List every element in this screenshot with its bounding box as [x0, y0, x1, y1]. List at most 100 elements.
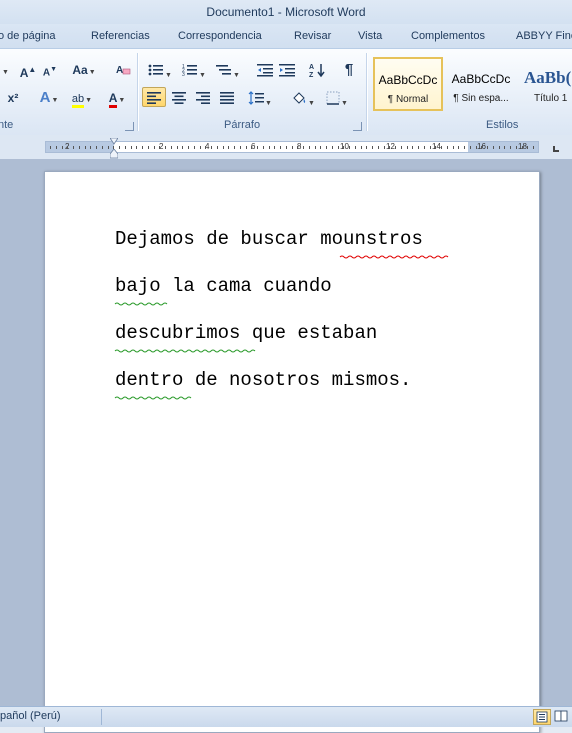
style-normal[interactable]: AaBbCcDc ¶ Normal	[373, 57, 443, 111]
ruler-tick	[349, 146, 350, 149]
change-case-button[interactable]: Aa▼	[70, 59, 98, 79]
ruler-tick	[504, 146, 505, 149]
ruler-tick	[90, 146, 91, 149]
grow-font-button[interactable]: A▲	[18, 59, 38, 80]
borders-button[interactable]: ▼	[322, 87, 352, 107]
style-sin-espaciado[interactable]: AaBbCcDc ¶ Sin espa...	[446, 57, 516, 111]
document-text-line[interactable]: Dejamos de buscar mounstros	[115, 228, 423, 250]
paragraph-dialog-launcher[interactable]	[353, 122, 362, 131]
multilevel-list-button[interactable]: ▼	[214, 59, 242, 79]
document-workspace: Dejamos de buscar mounstros bajo la cama…	[0, 159, 572, 733]
line-spacing-icon	[248, 91, 265, 105]
font-color-icon: A	[108, 92, 118, 108]
ruler-tick	[430, 146, 431, 149]
ruler-tick	[527, 146, 528, 149]
clear-formatting-button[interactable]: A	[112, 59, 134, 79]
align-left-button[interactable]	[142, 87, 166, 107]
ruler-tick	[269, 146, 270, 149]
tab-selector[interactable]	[553, 146, 559, 152]
sort-button[interactable]: AZ	[306, 59, 328, 79]
document-text-line[interactable]: descubrimos que estaban	[115, 322, 377, 344]
ruler-tick	[211, 146, 212, 149]
shrink-font-button[interactable]: A▼	[40, 59, 60, 79]
ruler-tick	[389, 146, 390, 149]
justify-icon	[220, 92, 234, 104]
bullets-button[interactable]: ▼	[146, 59, 174, 79]
tab-revisar[interactable]: Revisar	[294, 24, 331, 48]
ruler-tick	[407, 146, 408, 149]
hanging-indent-marker[interactable]	[109, 148, 119, 159]
ruler-tick	[56, 146, 57, 149]
align-center-button[interactable]	[168, 87, 190, 107]
svg-text:Z: Z	[309, 72, 314, 78]
status-bar: pañol (Perú)	[0, 706, 572, 727]
font-size-dropdown[interactable]: ▼	[0, 59, 14, 79]
print-layout-view-button[interactable]	[533, 709, 551, 725]
window-title: Documento1 - Microsoft Word	[206, 5, 366, 19]
font-dialog-launcher[interactable]	[125, 122, 134, 131]
tab-diseno-pagina[interactable]: o de página	[0, 24, 56, 48]
ribbon: ▼ A▲ A▼ Aa▼ A x² A▼ ab▼ A▼ nte ▼ 123▼ ▼ …	[0, 48, 572, 136]
line-spacing-button[interactable]: ▼	[246, 87, 274, 107]
ruler-tick	[384, 146, 385, 149]
ruler-tick	[205, 146, 206, 149]
ruler-tick	[67, 146, 68, 149]
tab-complementos[interactable]: Complementos	[411, 24, 485, 48]
decrease-indent-button[interactable]	[254, 59, 276, 79]
tab-correspondencia[interactable]: Correspondencia	[178, 24, 262, 48]
ruler-tick	[315, 146, 316, 149]
style-titulo-1[interactable]: AaBb( Título 1	[518, 57, 572, 111]
increase-indent-button[interactable]	[276, 59, 298, 79]
full-screen-reading-button[interactable]	[553, 709, 571, 725]
ruler-number: 12	[386, 142, 395, 151]
ruler-tick	[142, 146, 143, 149]
ruler-tick	[309, 146, 310, 149]
sort-icon: AZ	[309, 64, 325, 79]
ruler-tick	[154, 146, 155, 149]
document-text-line[interactable]: dentro de nosotros mismos.	[115, 369, 411, 391]
proofing-squiggles	[114, 255, 449, 400]
ruler-tick	[372, 146, 373, 149]
status-divider	[101, 709, 102, 725]
spelling-error-underline	[339, 255, 449, 259]
text-effects-icon: A	[39, 89, 51, 106]
tab-abbyy[interactable]: ABBYY Fine	[516, 24, 572, 48]
ruler-tick	[361, 146, 362, 149]
ruler-tick	[177, 146, 178, 149]
borders-icon	[326, 91, 340, 105]
ruler-tick	[378, 146, 379, 149]
ruler-tick	[165, 146, 166, 149]
grammar-error-underline	[114, 349, 256, 353]
shading-button[interactable]: ▼	[288, 87, 318, 107]
ruler-tick	[85, 146, 86, 149]
svg-text:3: 3	[182, 72, 185, 77]
clear-formatting-icon: A	[116, 65, 131, 76]
align-right-button[interactable]	[192, 87, 214, 107]
ruler-tick	[125, 146, 126, 149]
numbering-button[interactable]: 1 2 3 ▼	[180, 59, 208, 79]
ruler-tick	[257, 146, 258, 149]
ruler-tick	[510, 146, 511, 149]
highlight-button[interactable]: ab▼	[66, 87, 98, 108]
grammar-error-underline	[114, 302, 168, 306]
justify-button[interactable]	[216, 87, 238, 107]
bullets-icon	[148, 64, 164, 76]
style-name: ¶ Normal	[387, 94, 429, 105]
tab-vista[interactable]: Vista	[358, 24, 382, 48]
font-color-button[interactable]: A▼	[102, 87, 132, 108]
show-formatting-button[interactable]: ¶	[338, 59, 360, 79]
document-text-line[interactable]: bajo la cama cuando	[115, 275, 332, 297]
ruler-tick	[332, 146, 333, 149]
language-indicator[interactable]: pañol (Perú)	[0, 710, 61, 722]
document-page[interactable]: Dejamos de buscar mounstros bajo la cama…	[44, 171, 540, 733]
ruler-tick	[355, 146, 356, 149]
ruler-tick	[401, 146, 402, 149]
superscript-button[interactable]: x²	[2, 87, 24, 107]
text-effects-button[interactable]: A▼	[34, 87, 64, 107]
tab-referencias[interactable]: Referencias	[91, 24, 150, 48]
ruler-tick	[234, 146, 235, 149]
ruler-tick	[395, 146, 396, 149]
ruler-tick	[343, 146, 344, 149]
first-line-indent-marker[interactable]	[109, 137, 119, 145]
horizontal-ruler[interactable]: 2 2 4 6 8 10 12 14 16 18	[45, 141, 539, 153]
